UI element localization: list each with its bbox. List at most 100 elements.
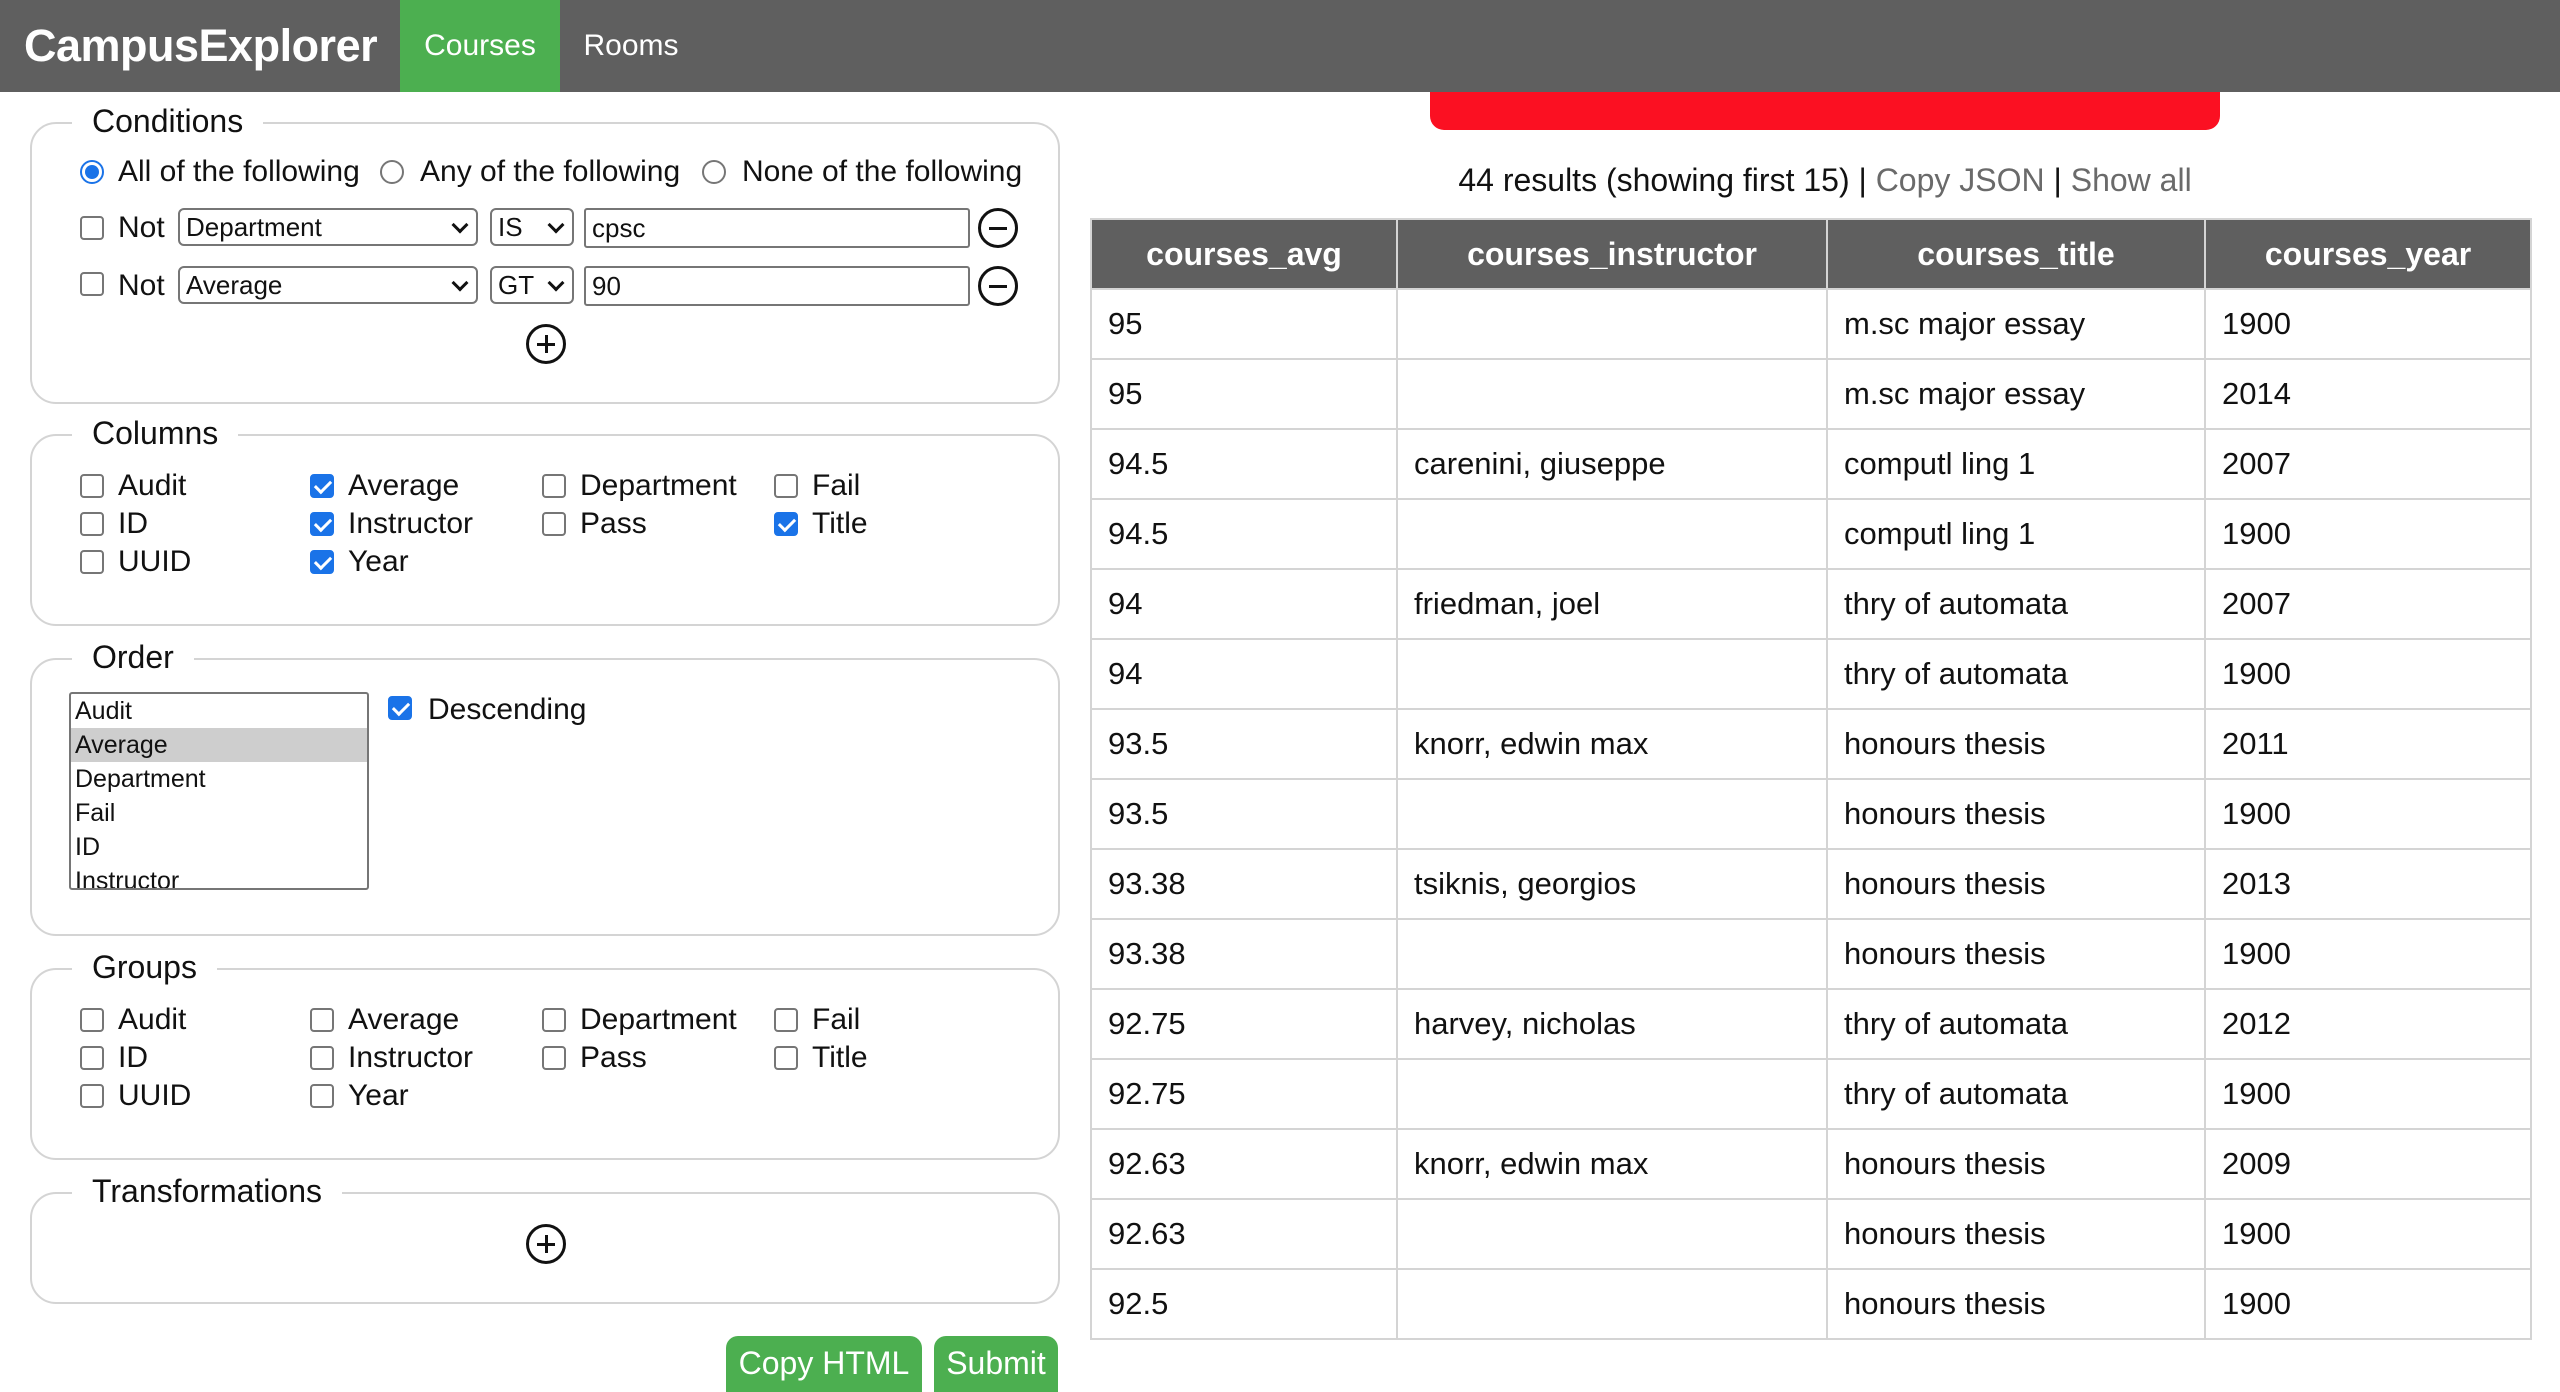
group-audit-label: Audit — [118, 1003, 187, 1036]
table-cell: friedman, joel — [1396, 568, 1828, 640]
transformations-legend: Transformations — [72, 1167, 342, 1215]
table-cell: 1900 — [2204, 1268, 2532, 1340]
group-department-checkbox[interactable] — [542, 1008, 566, 1032]
add-condition-button[interactable] — [526, 324, 566, 364]
copy-html-button[interactable]: Copy HTML — [726, 1336, 922, 1392]
table-row: 92.75 thry of automata 1900 — [1090, 1058, 2532, 1130]
condition-2-value-input[interactable]: 90 — [584, 266, 970, 306]
condition-2-not-label: Not — [118, 269, 165, 302]
table-cell: 92.75 — [1090, 1058, 1398, 1130]
table-row: 95 m.sc major essay 2014 — [1090, 358, 2532, 430]
condition-1-not-label: Not — [118, 211, 165, 244]
table-cell: honours thesis — [1826, 1268, 2206, 1340]
group-id-checkbox[interactable] — [80, 1046, 104, 1070]
table-cell: honours thesis — [1826, 708, 2206, 780]
table-cell: 1900 — [2204, 778, 2532, 850]
groups-legend: Groups — [72, 943, 217, 991]
condition-1-operator-select[interactable]: IS — [490, 208, 574, 246]
column-uuid-checkbox[interactable] — [80, 550, 104, 574]
order-option-fail[interactable]: Fail — [71, 796, 367, 830]
table-cell: 2012 — [2204, 988, 2532, 1060]
column-audit-checkbox[interactable] — [80, 474, 104, 498]
tab-rooms[interactable]: Rooms — [560, 0, 702, 92]
brand-logo: CampusExplorer — [24, 20, 378, 71]
group-average-checkbox[interactable] — [310, 1008, 334, 1032]
condition-1-not-checkbox[interactable] — [80, 216, 104, 240]
plus-icon-vertical — [544, 1235, 548, 1253]
group-instructor-checkbox[interactable] — [310, 1046, 334, 1070]
group-fail-checkbox[interactable] — [774, 1008, 798, 1032]
table-cell: carenini, giuseppe — [1396, 428, 1828, 500]
column-department-checkbox[interactable] — [542, 474, 566, 498]
table-row: 93.5 knorr, edwin max honours thesis 2011 — [1090, 708, 2532, 780]
submit-button[interactable]: Submit — [934, 1336, 1058, 1392]
mode-all-radio[interactable] — [80, 160, 104, 184]
column-instructor-checkbox[interactable] — [310, 512, 334, 536]
condition-1-value-input[interactable]: cpsc — [584, 208, 970, 248]
table-cell: 93.38 — [1090, 848, 1398, 920]
mode-any-radio[interactable] — [380, 160, 404, 184]
table-cell: tsiknis, georgios — [1396, 848, 1828, 920]
column-pass-checkbox[interactable] — [542, 512, 566, 536]
conditions-legend: Conditions — [72, 97, 264, 145]
order-option-audit[interactable]: Audit — [71, 694, 367, 728]
condition-2-field-select[interactable]: Average — [178, 266, 478, 304]
table-row: 94.5 computl ling 1 1900 — [1090, 498, 2532, 570]
order-option-id[interactable]: ID — [71, 830, 367, 864]
group-title-checkbox[interactable] — [774, 1046, 798, 1070]
table-row: 93.38 tsiknis, georgios honours thesis 2013 — [1090, 848, 2532, 920]
column-fail-label: Fail — [812, 469, 861, 502]
copy-json-link[interactable]: Copy JSON — [1876, 162, 2045, 198]
group-uuid-checkbox[interactable] — [80, 1084, 104, 1108]
chevron-down-icon — [451, 216, 469, 234]
order-legend: Order — [72, 633, 194, 681]
table-row: 95 m.sc major essay 1900 — [1090, 288, 2532, 360]
condition-1-field-value: Department — [186, 212, 322, 242]
column-title-checkbox[interactable] — [774, 512, 798, 536]
condition-2-not-checkbox[interactable] — [80, 272, 104, 296]
column-instructor-label: Instructor — [348, 507, 474, 540]
results-summary: 44 results (showing first 15) — [1458, 162, 1850, 198]
condition-2-operator-select[interactable]: GT — [490, 266, 574, 304]
condition-2-remove-button[interactable] — [978, 266, 1018, 306]
group-department-label: Department — [580, 1003, 737, 1036]
group-pass-checkbox[interactable] — [542, 1046, 566, 1070]
order-option-average[interactable]: Average — [71, 728, 367, 762]
table-cell: 2009 — [2204, 1128, 2532, 1200]
column-fail-checkbox[interactable] — [774, 474, 798, 498]
groups-panel: Groups Audit Average Department Fail ID Instr… — [30, 943, 1060, 1160]
group-uuid-label: UUID — [118, 1079, 192, 1112]
condition-1-remove-button[interactable] — [978, 208, 1018, 248]
column-average-checkbox[interactable] — [310, 474, 334, 498]
table-row: 92.63 honours thesis 1900 — [1090, 1198, 2532, 1270]
show-all-link[interactable]: Show all — [2071, 162, 2192, 198]
table-cell: 1900 — [2204, 498, 2532, 570]
add-transformation-button[interactable] — [526, 1224, 566, 1264]
column-department-label: Department — [580, 469, 737, 502]
order-option-instructor[interactable]: Instructor — [71, 864, 367, 888]
order-option-department[interactable]: Department — [71, 762, 367, 796]
table-cell: computl ling 1 — [1826, 428, 2206, 500]
column-id-label: ID — [118, 507, 148, 540]
mode-all-label: All of the following — [118, 155, 360, 188]
table-cell: 93.5 — [1090, 778, 1398, 850]
table-cell: honours thesis — [1826, 1128, 2206, 1200]
column-id-checkbox[interactable] — [80, 512, 104, 536]
order-listbox[interactable]: Audit Average Department Fail ID Instructor — [69, 692, 369, 890]
descending-checkbox[interactable] — [388, 696, 412, 720]
table-cell: honours thesis — [1826, 918, 2206, 990]
mode-none-radio[interactable] — [702, 160, 726, 184]
table-cell: 94 — [1090, 568, 1398, 640]
table-cell — [1396, 1198, 1828, 1270]
group-audit-checkbox[interactable] — [80, 1008, 104, 1032]
tab-courses[interactable]: Courses — [400, 0, 560, 92]
column-title-label: Title — [812, 507, 868, 540]
table-cell: knorr, edwin max — [1396, 1128, 1828, 1200]
minus-icon — [989, 227, 1007, 230]
column-year-checkbox[interactable] — [310, 550, 334, 574]
results-header-row: courses_avg courses_instructor courses_tit… — [1090, 218, 2532, 290]
separator: | — [2053, 162, 2062, 198]
group-year-checkbox[interactable] — [310, 1084, 334, 1108]
condition-1-field-select[interactable]: Department — [178, 208, 478, 246]
table-cell: honours thesis — [1826, 778, 2206, 850]
